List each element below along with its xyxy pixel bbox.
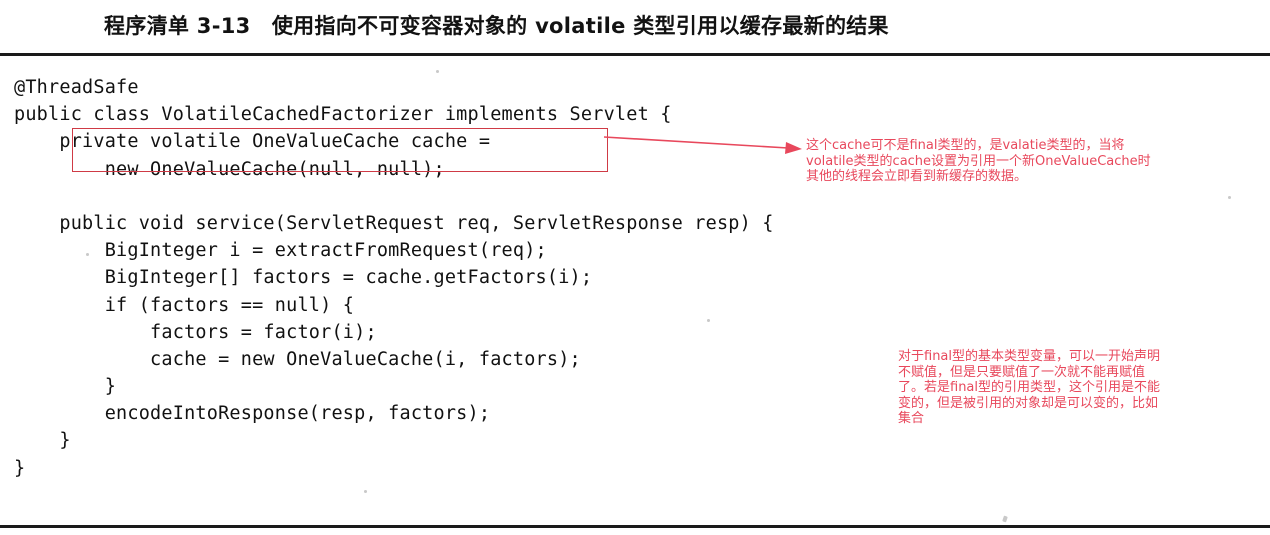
code-line: public void service(ServletRequest req, … xyxy=(14,212,774,234)
code-line: } xyxy=(14,430,71,452)
code-line: @ThreadSafe xyxy=(14,77,139,98)
code-line: } xyxy=(14,376,117,398)
scan-speck xyxy=(1002,515,1008,523)
scan-speck xyxy=(1228,196,1231,199)
listing-page: 程序清单 3-13 使用指向不可变容器对象的 volatile 类型引用以缓存最… xyxy=(0,0,1270,535)
divider-bottom xyxy=(0,525,1270,528)
page-title: 程序清单 3-13 使用指向不可变容器对象的 volatile 类型引用以缓存最… xyxy=(104,14,889,38)
callout-arrow-icon xyxy=(603,136,802,154)
code-line: if (factors == null) { xyxy=(14,294,355,316)
code-line: BigInteger[] factors = cache.getFactors(… xyxy=(14,267,593,289)
code-line: cache = new OneValueCache(i, factors); xyxy=(14,348,581,370)
annotation-final-note: 对于final型的基本类型变量，可以一开始声明 不赋值，但是只要赋值了一次就不能… xyxy=(898,349,1161,427)
scan-speck xyxy=(364,490,367,493)
scan-speck xyxy=(436,70,439,73)
code-line: encodeIntoResponse(resp, factors); xyxy=(14,403,491,425)
code-line: factors = factor(i); xyxy=(14,321,377,343)
code-line: public class VolatileCachedFactorizer im… xyxy=(14,104,672,126)
annotation-volatile-note: 这个cache可不是final类型的，是valatie类型的，当将 volati… xyxy=(806,138,1151,185)
code-line: BigInteger i = extractFromRequest(req); xyxy=(14,240,547,262)
code-line: } xyxy=(14,457,26,479)
divider-top xyxy=(0,53,1270,56)
